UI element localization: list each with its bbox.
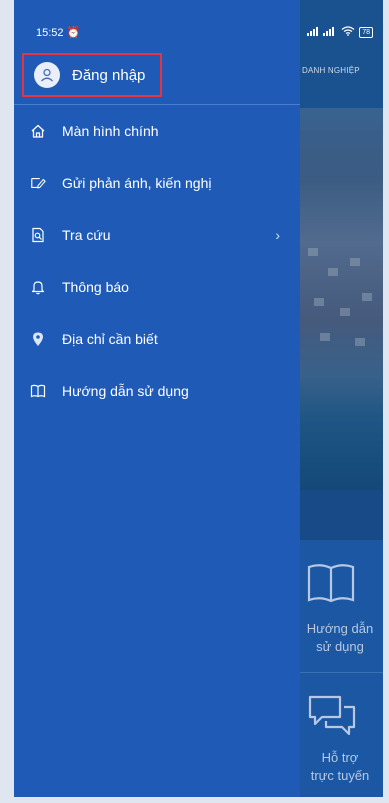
- status-time: 15:52 ⏰: [36, 26, 80, 39]
- drawer-divider: [14, 104, 300, 105]
- frame-edge-left: [0, 0, 14, 803]
- chat-icon: [306, 693, 358, 746]
- background-header-text: DANH NGHIỆP: [302, 66, 360, 75]
- chevron-right-icon: ›: [275, 227, 280, 243]
- book-icon: [306, 562, 356, 609]
- bell-icon: [30, 279, 46, 295]
- menu-item-label: Thông báo: [62, 279, 129, 295]
- menu-item-label: Hướng dẫn sử dụng: [62, 383, 189, 399]
- menu-item-notifications[interactable]: Thông báo: [14, 267, 300, 307]
- tile-label-line2: trực tuyến: [310, 768, 370, 783]
- user-avatar-icon: [34, 62, 60, 88]
- menu-item-label: Địa chỉ cần biết: [62, 331, 158, 347]
- menu-item-label: Màn hình chính: [62, 123, 159, 139]
- background-banner-photo: [300, 108, 383, 490]
- menu-item-user-guide[interactable]: Hướng dẫn sử dụng: [14, 371, 300, 411]
- menu-item-addresses[interactable]: Địa chỉ cần biết: [14, 319, 300, 359]
- frame-edge-bottom: [0, 797, 389, 803]
- clock-time: 15:52: [36, 27, 64, 39]
- tile-label-line1: Hỗ trợ: [321, 750, 359, 765]
- tile-label-line2: sử dụng: [316, 639, 364, 654]
- menu-item-lookup[interactable]: Tra cứu ›: [14, 215, 300, 255]
- background-tile-guide[interactable]: Hướng dẫn sử dụng: [300, 540, 383, 672]
- phone-screen: DANH NGHIỆP Hướng dẫn sử dụng Hỗ trợ trự…: [0, 0, 389, 803]
- wifi-icon: [341, 26, 355, 39]
- signal-icon: [307, 26, 337, 39]
- tile-label-line1: Hướng dẫn: [306, 621, 374, 636]
- status-bar: 15:52 ⏰ 78: [14, 0, 383, 58]
- frame-edge-right: [383, 0, 389, 803]
- background-app: DANH NGHIỆP Hướng dẫn sử dụng Hỗ trợ trự…: [300, 0, 383, 797]
- feedback-icon: [30, 175, 46, 191]
- menu-item-home[interactable]: Màn hình chính: [14, 111, 300, 151]
- status-indicators: 78: [307, 26, 373, 39]
- menu-item-label: Gửi phản ánh, kiến nghị: [62, 175, 212, 191]
- alarm-clock-icon: ⏰: [66, 27, 81, 39]
- menu-item-feedback[interactable]: Gửi phản ánh, kiến nghị: [14, 163, 300, 203]
- menu-item-label: Tra cứu: [62, 227, 111, 243]
- login-button[interactable]: Đăng nhập: [22, 53, 162, 97]
- background-tile-support[interactable]: Hỗ trợ trực tuyến: [300, 673, 383, 797]
- search-document-icon: [30, 227, 46, 243]
- login-label: Đăng nhập: [72, 66, 146, 84]
- navigation-drawer: Đăng nhập Màn hình chính Gửi phản ánh, k…: [14, 0, 300, 797]
- home-icon: [30, 123, 46, 139]
- battery-icon: 78: [359, 27, 373, 38]
- location-pin-icon: [30, 331, 46, 347]
- book-icon: [30, 383, 46, 399]
